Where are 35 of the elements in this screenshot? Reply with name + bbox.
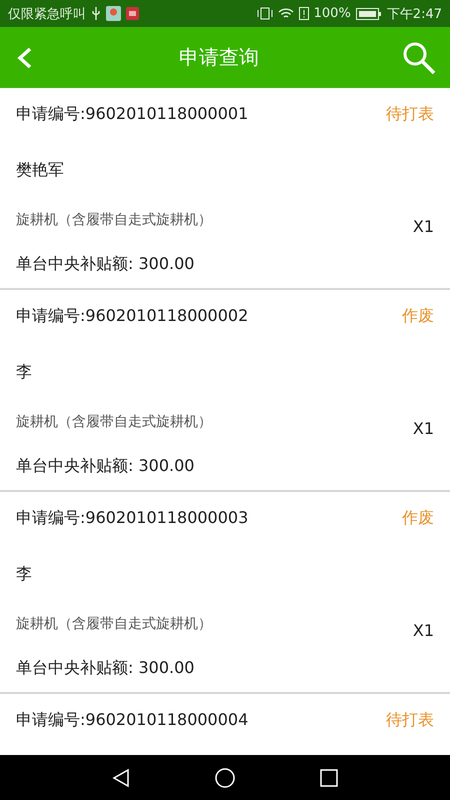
subsidy-amount: 单台中央补贴额: 300.00 [16, 254, 194, 274]
vibrate-icon [256, 7, 273, 20]
application-number: 申请编号:9602010118000004 [16, 710, 248, 730]
applicant-name: 李 [16, 362, 32, 382]
application-number: 申请编号:9602010118000002 [16, 306, 248, 326]
product-name: 旋耕机（含履带自走式旋耕机） [16, 211, 212, 229]
wifi-icon [278, 7, 294, 20]
usb-icon [91, 7, 101, 20]
quantity: X1 [412, 620, 434, 640]
sim-icon [298, 7, 309, 20]
applicant-name: 樊艳军 [16, 160, 64, 180]
circle-icon [214, 766, 236, 788]
application-status: 待打表 [386, 104, 434, 124]
triangle-icon [111, 768, 132, 788]
status-text: 仅限紧急呼叫 [8, 6, 86, 22]
subsidy-amount: 单台中央补贴额: 300.00 [16, 658, 194, 678]
application-number: 申请编号:9602010118000003 [16, 508, 248, 528]
app-icon [106, 6, 121, 21]
application-number: 申请编号:9602010118000001 [16, 104, 248, 124]
application-status: 待打表 [386, 710, 434, 730]
application-status: 作废 [402, 508, 434, 528]
application-status: 作废 [402, 306, 434, 326]
battery-percent: 100% [314, 6, 351, 21]
quantity: X1 [412, 418, 434, 438]
product-name: 旋耕机（含履带自走式旋耕机） [16, 615, 212, 633]
quantity: X1 [412, 216, 434, 236]
app-icon [126, 7, 139, 20]
page-title: 申请查询 [179, 44, 259, 71]
subsidy-amount: 单台中央补贴额: 300.00 [16, 456, 194, 476]
square-icon [318, 768, 339, 788]
clock-time: 下午2:47 [386, 6, 442, 22]
search-icon [402, 40, 436, 74]
battery-icon [356, 8, 382, 20]
applicant-name: 李 [16, 564, 32, 584]
product-name: 旋耕机（含履带自走式旋耕机） [16, 413, 212, 431]
